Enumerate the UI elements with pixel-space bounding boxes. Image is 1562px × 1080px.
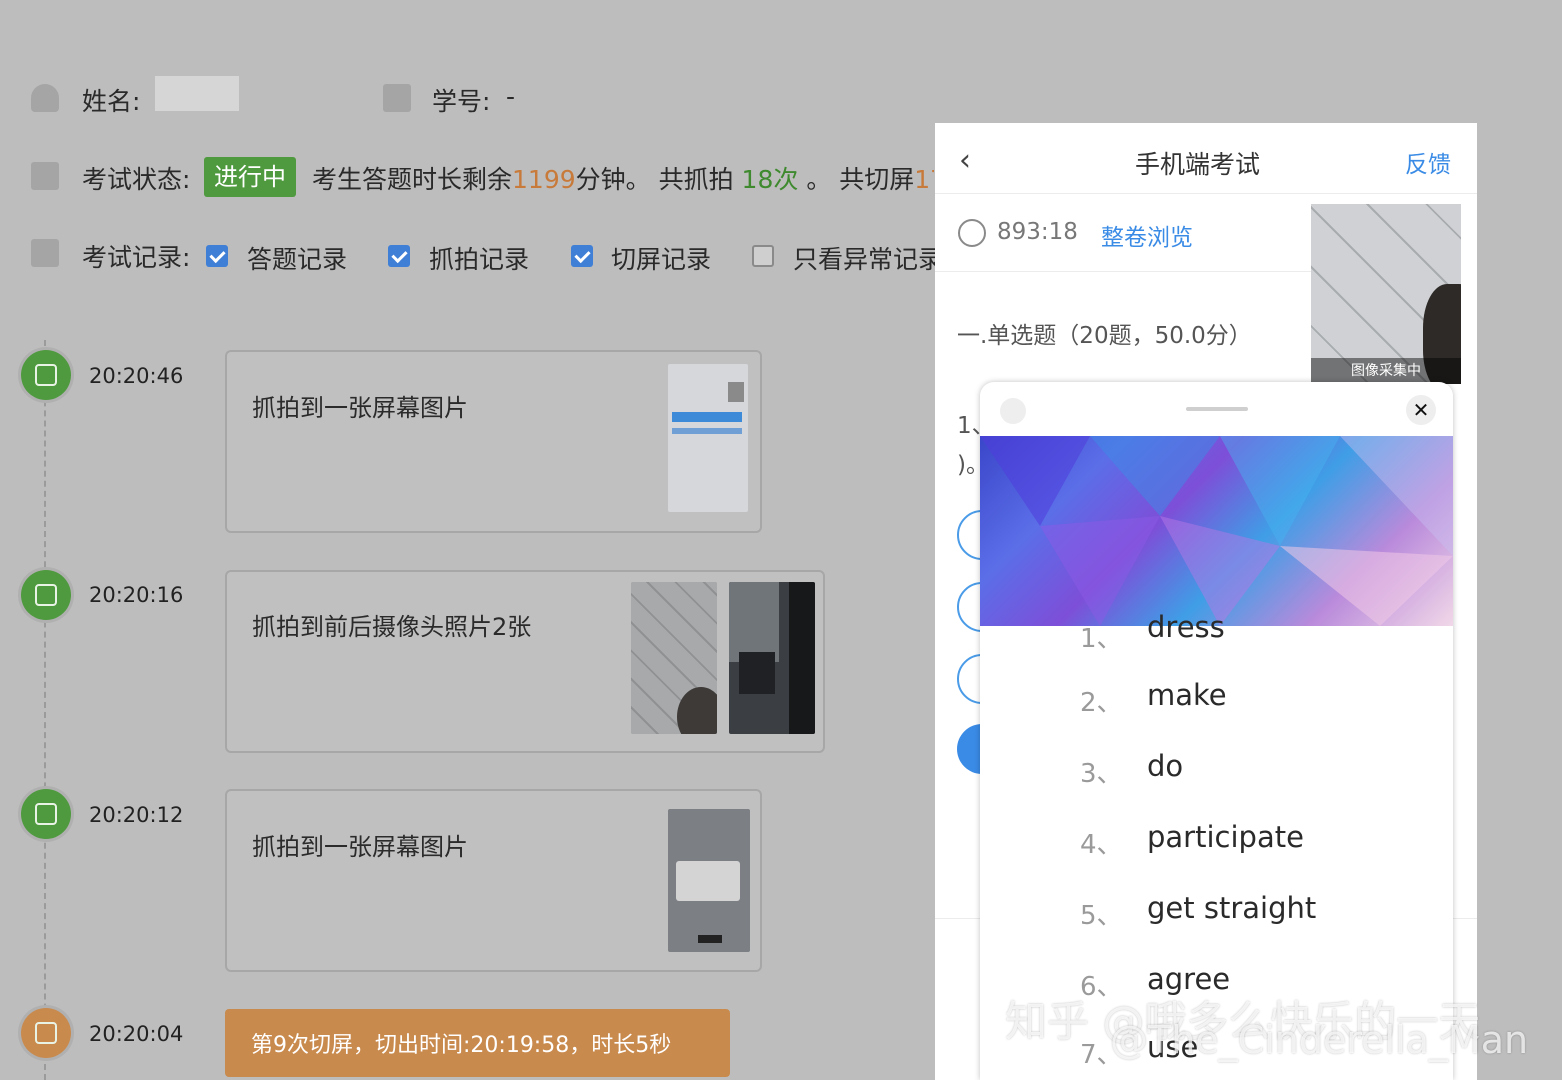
watermark-line2: @The_Cinderella_Man [1110, 1018, 1529, 1062]
option-number: 5、 [1080, 901, 1123, 931]
drag-handle[interactable] [1186, 407, 1248, 411]
card-text: 抓拍到一张屏幕图片 [252, 833, 468, 861]
clipboard-icon [383, 84, 411, 112]
option-text[interactable]: dress [1147, 610, 1225, 644]
id-label: 学号: [432, 87, 491, 116]
close-icon[interactable]: ✕ [1406, 395, 1436, 425]
switch-record-checkbox[interactable] [571, 245, 593, 267]
phone-title: 手机端考试 [1135, 150, 1261, 179]
capture-record-label[interactable]: 抓拍记录 [429, 240, 529, 276]
divider [935, 193, 1477, 194]
option-number: 4、 [1080, 830, 1123, 860]
remaining-minutes: 1199 [512, 165, 576, 194]
abnormal-only-label[interactable]: 只看异常记录 [793, 240, 936, 276]
section-title: 一.单选题（20题，50.0分） [957, 323, 1252, 349]
card-text: 抓拍到一张屏幕图片 [252, 394, 468, 422]
options-popup: ✕ 1、 dress 2、 make 3、 do 4、 participate … [980, 382, 1453, 1080]
name-value-field [155, 76, 239, 111]
camera-status: 图像采集中 [1311, 358, 1461, 384]
answer-record-label[interactable]: 答题记录 [247, 240, 347, 276]
feedback-link[interactable]: 反馈 [1405, 145, 1451, 179]
option-number: 2、 [1080, 688, 1123, 718]
user-icon [31, 84, 59, 112]
abnormal-only-checkbox[interactable] [752, 245, 774, 267]
divider [935, 271, 1311, 272]
capture-record-checkbox[interactable] [388, 245, 410, 267]
card-text: 抓拍到前后摄像头照片2张 [252, 613, 532, 641]
option-text[interactable]: do [1147, 749, 1183, 783]
expand-icon[interactable] [1000, 398, 1026, 424]
screen-thumbnail[interactable] [668, 809, 750, 952]
switch-record-text: 第9次切屏，切出时间:20:19:58，时长5秒 [251, 1033, 672, 1058]
name-label: 姓名: [82, 87, 141, 116]
option-number: 3、 [1080, 759, 1123, 789]
back-icon[interactable]: ‹ [959, 143, 971, 178]
timeline-card[interactable]: 抓拍到前后摄像头照片2张 [225, 570, 825, 753]
timer: 893:18 [997, 219, 1078, 245]
camera-capture-icon [21, 570, 71, 620]
screen-thumbnail[interactable] [668, 364, 748, 512]
timeline-time: 20:20:16 [89, 583, 184, 607]
chart-icon [31, 162, 59, 190]
option-text[interactable]: participate [1147, 820, 1304, 854]
edit-icon [31, 239, 59, 267]
id-value: - [506, 82, 516, 111]
option-text[interactable]: get straight [1147, 891, 1316, 925]
status-text: 考生答题时长剩余1199分钟。 共抓拍 18次 。 共切屏17 [312, 160, 934, 196]
status-badge: 进行中 [204, 157, 296, 197]
switch-record-card[interactable]: 第9次切屏，切出时间:20:19:58，时长5秒 [225, 1009, 730, 1077]
timeline-time: 20:20:04 [89, 1022, 184, 1046]
timeline-time: 20:20:12 [89, 803, 184, 827]
camera-preview: 图像采集中 [1311, 204, 1461, 384]
back-camera-photo[interactable] [729, 582, 815, 734]
timeline-time: 20:20:46 [89, 364, 184, 388]
timeline-line [44, 340, 46, 1080]
clock-icon [958, 219, 986, 247]
status-label: 考试状态: [82, 165, 191, 194]
option-text[interactable]: make [1147, 678, 1227, 712]
records-label: 考试记录: [82, 243, 191, 272]
capture-count: 18次 [741, 165, 799, 194]
timeline-card[interactable]: 抓拍到一张屏幕图片 [225, 350, 762, 533]
banner-image [980, 436, 1453, 626]
answer-record-checkbox[interactable] [206, 245, 228, 267]
camera-capture-icon [21, 350, 71, 400]
browse-all-link[interactable]: 整卷浏览 [1101, 218, 1193, 252]
switch-record-label[interactable]: 切屏记录 [611, 240, 711, 276]
camera-capture-icon [21, 789, 71, 839]
timeline-card[interactable]: 抓拍到一张屏幕图片 [225, 789, 762, 972]
front-camera-photo[interactable] [631, 582, 717, 734]
switch-count: 17 [914, 165, 934, 194]
screen-switch-icon [21, 1008, 71, 1058]
option-number: 1、 [1080, 624, 1123, 654]
